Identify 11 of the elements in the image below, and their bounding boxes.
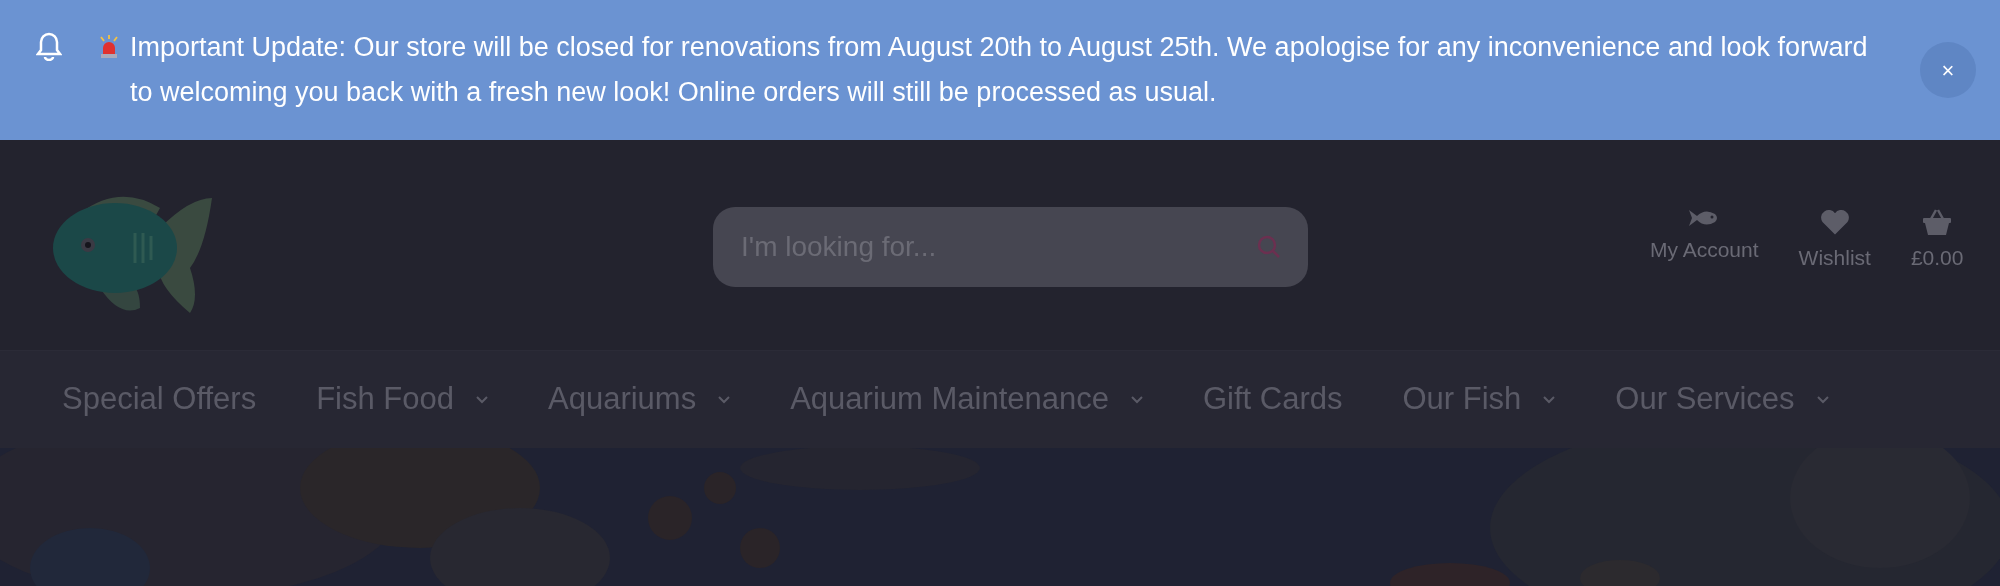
close-button[interactable]: × xyxy=(1920,42,1976,98)
header-link[interactable]: £0.00 xyxy=(1910,208,1964,274)
announcement-text: Important Update: Our store will be closed for renovations from August 20th to August 25th. We apologise for any inconvenience and look forward to welcoming you back with a fresh new look! Online orders will still be processed as usual. xyxy=(130,31,1869,109)
bell-icon xyxy=(36,31,62,61)
siren-icon xyxy=(98,35,120,59)
header-link[interactable]: My Account xyxy=(1650,208,1759,274)
search-icon[interactable] xyxy=(1256,234,1282,260)
basket-icon xyxy=(1922,208,1953,236)
heart-icon xyxy=(1819,208,1850,236)
fish-icon xyxy=(1689,208,1720,228)
header-link[interactable]: Wishlist xyxy=(1798,208,1871,274)
